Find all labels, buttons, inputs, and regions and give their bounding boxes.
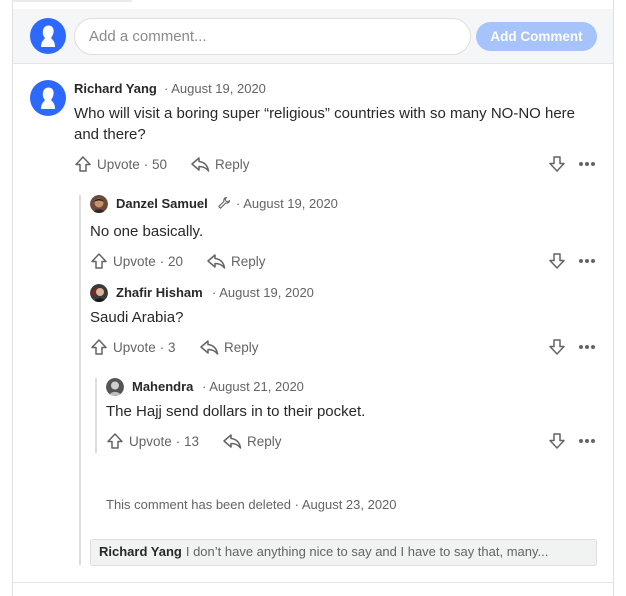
panel-top-stub — [12, 0, 132, 2]
collapsed-reply-author[interactable]: Richard Yang — [99, 544, 182, 559]
comment-text: Who will visit a boring super “religious… — [74, 105, 576, 143]
user-avatar[interactable] — [90, 284, 108, 302]
deleted-comment-notice: This comment has been deleted · August 2… — [106, 497, 397, 512]
upvote-count: · 50 — [143, 156, 168, 172]
comment-input[interactable] — [74, 18, 471, 55]
more-options-icon[interactable] — [578, 257, 596, 265]
downvote-arrow-icon[interactable] — [548, 338, 566, 356]
more-options-icon[interactable] — [578, 437, 596, 445]
downvote-arrow-icon[interactable] — [548, 252, 566, 270]
comment-author[interactable]: Richard Yang — [74, 81, 157, 96]
reply-button[interactable]: Reply — [190, 155, 250, 173]
reply-arrow-icon — [207, 254, 226, 269]
upvote-count: · 13 — [175, 433, 200, 449]
comment-date[interactable]: · August 19, 2020 — [236, 196, 338, 211]
comment-date[interactable]: · August 19, 2020 — [212, 285, 314, 300]
downvote-arrow-icon[interactable] — [548, 432, 566, 450]
reply-label: Reply — [247, 433, 282, 449]
default-avatar-icon[interactable] — [30, 80, 66, 116]
reply-label: Reply — [215, 156, 250, 172]
panel-right-border — [613, 0, 614, 596]
comment-date[interactable]: · August 19, 2020 — [164, 81, 266, 96]
wrench-icon — [218, 196, 231, 209]
upvote-arrow-icon — [107, 433, 123, 449]
more-options-icon[interactable] — [578, 343, 596, 351]
reply-arrow-icon — [191, 157, 210, 172]
comment-date[interactable]: · August 21, 2020 — [202, 379, 304, 394]
reply-label: Reply — [224, 339, 259, 355]
comment-author[interactable]: Danzel Samuel — [116, 196, 208, 211]
reply-arrow-icon — [223, 434, 242, 449]
upvote-button[interactable]: Upvote · 50 — [74, 155, 167, 173]
comment-author[interactable]: Mahendra — [132, 379, 193, 394]
divider — [12, 582, 614, 583]
reply-button[interactable]: Reply — [199, 338, 259, 356]
upvote-label: Upvote — [129, 433, 172, 449]
thread-line[interactable] — [79, 195, 81, 565]
upvote-arrow-icon — [91, 339, 107, 355]
upvote-arrow-icon — [75, 156, 91, 172]
thread-line[interactable] — [95, 378, 97, 453]
collapsed-reply-preview: I don’t have anything nice to say and I … — [185, 544, 549, 559]
upvote-label: Upvote — [113, 253, 156, 269]
comment-composer: Add Comment — [13, 9, 613, 64]
reply-button[interactable]: Reply — [206, 252, 266, 270]
upvote-button[interactable]: Upvote · 3 — [90, 338, 176, 356]
upvote-count: · 3 — [159, 339, 176, 355]
default-avatar-icon — [30, 18, 66, 54]
comment-text: No one basically. — [90, 223, 204, 240]
upvote-count: · 20 — [159, 253, 184, 269]
more-options-icon[interactable] — [578, 160, 596, 168]
panel-left-border — [12, 0, 13, 596]
reply-label: Reply — [231, 253, 266, 269]
upvote-arrow-icon — [91, 253, 107, 269]
reply-arrow-icon — [200, 340, 219, 355]
user-avatar[interactable] — [106, 378, 124, 396]
upvote-label: Upvote — [97, 156, 140, 172]
collapsed-reply[interactable]: Richard Yang I don’t have anything nice t… — [90, 539, 597, 566]
upvote-button[interactable]: Upvote · 13 — [106, 432, 199, 450]
add-comment-button[interactable]: Add Comment — [476, 22, 597, 51]
upvote-button[interactable]: Upvote · 20 — [90, 252, 183, 270]
comment-author[interactable]: Zhafir Hisham — [116, 285, 203, 300]
downvote-arrow-icon[interactable] — [548, 155, 566, 173]
comment-text: Saudi Arabia? — [90, 309, 184, 326]
user-avatar[interactable] — [90, 195, 108, 213]
reply-button[interactable]: Reply — [222, 432, 282, 450]
upvote-label: Upvote — [113, 339, 156, 355]
comment-text: The Hajj send dollars in to their pocket… — [106, 403, 366, 420]
